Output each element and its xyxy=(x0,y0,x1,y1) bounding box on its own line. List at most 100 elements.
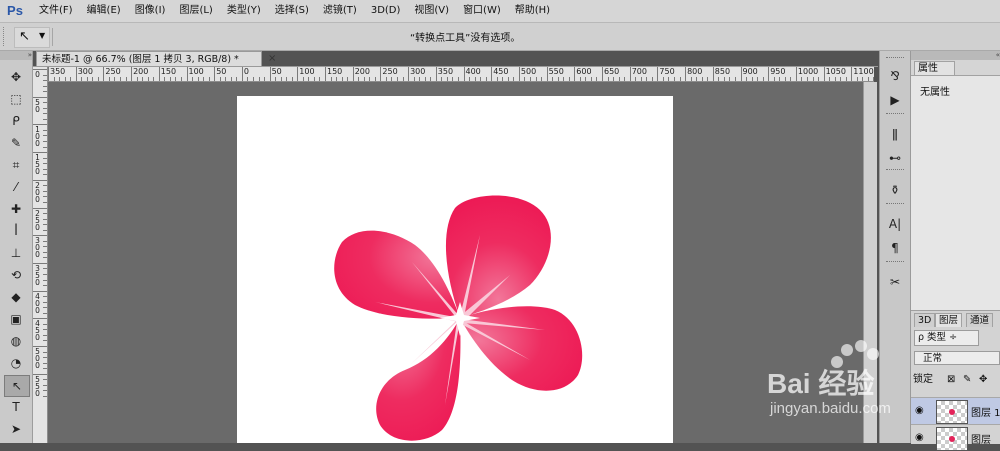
blend-mode-select[interactable]: 正常 xyxy=(914,351,1000,365)
options-bar-grip[interactable] xyxy=(3,27,8,46)
menu-layer[interactable]: 图层(L) xyxy=(172,0,219,22)
type-tool-icon[interactable]: T xyxy=(4,397,28,417)
history-panel-icon[interactable]: ⅋ xyxy=(884,65,906,87)
dock-group-grip[interactable] xyxy=(886,113,904,117)
menu-window[interactable]: 窗口(W) xyxy=(456,0,508,22)
ruler-minor-tick xyxy=(120,77,122,81)
ruler-minor-tick xyxy=(818,77,820,81)
ruler-tick xyxy=(574,67,576,81)
brush-tool-icon[interactable]: ꟾ xyxy=(4,221,28,241)
ruler-minor-tick xyxy=(441,77,443,81)
ruler-minor-tick xyxy=(784,77,786,81)
visibility-eye-icon[interactable]: ◉ xyxy=(915,432,924,443)
tools-panel-collapse[interactable]: » xyxy=(0,51,32,60)
ruler-tick xyxy=(740,67,742,81)
tool-presets-icon[interactable]: ✂ xyxy=(884,271,906,293)
ruler-minor-tick xyxy=(43,85,47,87)
menu-help[interactable]: 帮助(H) xyxy=(508,0,557,22)
menu-3d[interactable]: 3D(D) xyxy=(364,0,408,22)
ruler-minor-tick xyxy=(662,77,664,81)
dock-group-grip[interactable] xyxy=(886,261,904,265)
quick-selection-tool-icon[interactable]: ✎ xyxy=(4,133,28,153)
lasso-tool-icon[interactable]: ᑭ xyxy=(4,111,28,131)
menu-type[interactable]: 类型(Y) xyxy=(220,0,268,22)
menu-select[interactable]: 选择(S) xyxy=(268,0,316,22)
close-icon[interactable]: × xyxy=(268,53,276,64)
lock-move-icon[interactable]: ✥ xyxy=(979,371,987,389)
ruler-tick xyxy=(75,67,77,81)
ruler-minor-tick xyxy=(114,77,116,81)
pen-tool-icon[interactable]: ↖ xyxy=(4,375,30,397)
ruler-minor-tick xyxy=(43,368,47,370)
ruler-minor-tick xyxy=(635,77,637,81)
ruler-minor-tick xyxy=(402,77,404,81)
gradient-tool-icon[interactable]: ▣ xyxy=(4,309,28,329)
dock-group-grip[interactable] xyxy=(886,57,904,61)
clone-stamp-tool-icon[interactable]: ⊥ xyxy=(4,243,28,263)
adjustments-icon[interactable]: ⊷ xyxy=(884,147,906,169)
lock-brush-icon[interactable]: ✎ xyxy=(963,371,971,389)
marquee-tool-icon[interactable]: ⬚ xyxy=(4,89,28,109)
tab-channels[interactable]: 通道 xyxy=(966,313,994,327)
ruler-tick xyxy=(325,67,326,81)
ruler-minor-tick xyxy=(502,77,504,81)
ruler-minor-tick xyxy=(258,77,260,81)
layer-thumbnail xyxy=(936,427,968,451)
ruler-minor-tick xyxy=(513,77,515,81)
path-selection-tool-icon[interactable]: ➤ xyxy=(4,419,28,439)
actions-panel-icon[interactable]: ▶ xyxy=(884,89,906,111)
brush-presets-icon[interactable]: ǁ xyxy=(884,123,906,145)
menu-view[interactable]: 视图(V) xyxy=(407,0,456,22)
ruler-minor-tick xyxy=(834,77,836,81)
ruler-label: 250 xyxy=(382,67,398,76)
menu-edit[interactable]: 编辑(E) xyxy=(80,0,128,22)
clone-source-icon[interactable]: ⚱ xyxy=(884,179,906,201)
ruler-minor-tick xyxy=(413,77,415,81)
vertical-ruler[interactable]: 0 5 0 1 0 0 1 5 0 2 0 0 2 5 0 3 0 0 3 5 0 4 0 0 4… xyxy=(33,67,48,443)
options-message: “转换点工具”没有选项。 xyxy=(410,33,521,44)
ruler-minor-tick xyxy=(280,77,282,81)
lock-transparent-icon[interactable]: ⊠ xyxy=(947,371,955,389)
document-tab[interactable]: 未标题-1 @ 66.7% (图层 1 拷贝 3, RGB/8) * xyxy=(36,51,262,66)
crop-tool-icon[interactable]: ⌗ xyxy=(4,155,28,175)
tab-properties[interactable]: 属性 xyxy=(914,61,955,76)
layer-row[interactable]: ◉ 图层 1 xyxy=(911,397,1000,424)
horizontal-ruler[interactable]: 350 300 250 200 150 100 50 0 50 100 150 200 250 300 35… xyxy=(48,67,874,82)
move-tool-icon[interactable]: ✥ xyxy=(4,67,28,87)
eraser-tool-icon[interactable]: ◆ xyxy=(4,287,28,307)
ruler-minor-tick xyxy=(43,213,47,215)
ruler-minor-tick xyxy=(43,323,47,325)
ruler-label: 50 xyxy=(216,67,227,76)
flower-artwork[interactable] xyxy=(330,190,590,443)
healing-brush-tool-icon[interactable]: ✚ xyxy=(4,199,28,219)
visibility-eye-icon[interactable]: ◉ xyxy=(915,405,924,416)
layer-filter-select[interactable]: ρ 类型 ÷ xyxy=(914,330,979,346)
ruler-label: 450 xyxy=(493,67,509,76)
eyedropper-tool-icon[interactable]: ⁄ xyxy=(4,177,28,197)
ruler-minor-tick xyxy=(341,77,343,81)
properties-panel-collapse[interactable]: « xyxy=(911,51,1000,60)
dodge-tool-icon[interactable]: ◔ xyxy=(4,353,28,373)
character-panel-icon[interactable]: A| xyxy=(884,213,906,235)
tools-panel: » ✥ ⬚ ᑭ ✎ ⌗ ⁄ ✚ ꟾ ⊥ ⟲ ◆ ▣ ◍ ◔ ↖ T ➤ xyxy=(0,51,33,443)
tab-3d[interactable]: 3D xyxy=(914,313,936,327)
ruler-tick xyxy=(103,67,105,81)
paragraph-panel-icon[interactable]: ¶ xyxy=(884,237,906,259)
menu-image[interactable]: 图像(I) xyxy=(128,0,173,22)
tool-preset-picker[interactable]: ↖ ▼ xyxy=(14,27,50,48)
ruler-minor-tick xyxy=(153,77,155,81)
layer-row[interactable]: ◉ 图层 xyxy=(911,424,1000,451)
tab-layers[interactable]: 图层 xyxy=(935,313,963,327)
lock-row: 锁定 ⊠ ✎ ✥ xyxy=(911,371,1000,389)
ruler-minor-tick xyxy=(856,77,858,81)
ruler-minor-tick xyxy=(751,77,753,81)
history-brush-tool-icon[interactable]: ⟲ xyxy=(4,265,28,285)
dock-group-grip[interactable] xyxy=(886,169,904,173)
menu-filter[interactable]: 滤镜(T) xyxy=(316,0,364,22)
ruler-tick xyxy=(297,67,299,81)
blur-tool-icon[interactable]: ◍ xyxy=(4,331,28,351)
ruler-minor-tick xyxy=(64,77,66,81)
menu-file[interactable]: 文件(F) xyxy=(32,0,80,22)
ruler-minor-tick xyxy=(236,77,238,81)
dock-group-grip[interactable] xyxy=(886,203,904,207)
